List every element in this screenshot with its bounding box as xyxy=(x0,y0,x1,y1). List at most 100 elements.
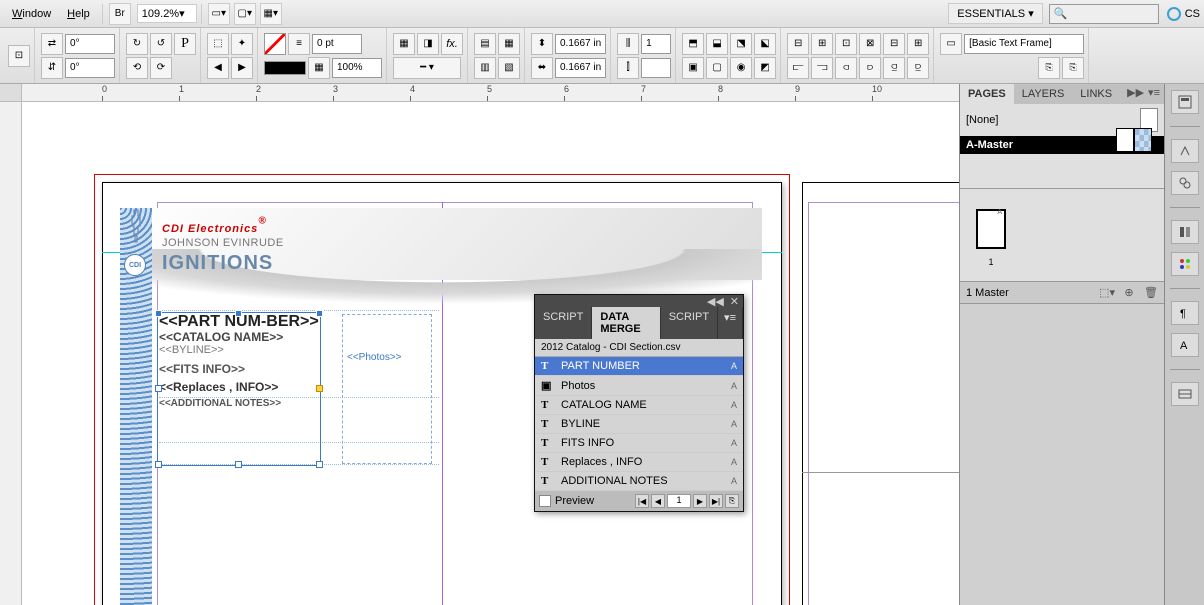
align2-3-button[interactable]: ⫏ xyxy=(835,57,857,79)
out-port-handle[interactable] xyxy=(316,385,323,392)
distribute-1-button[interactable]: ⊟ xyxy=(787,33,809,55)
rotate-ccw-button[interactable]: ↺ xyxy=(150,33,172,55)
text-wrap-bbox-button[interactable]: ▦ xyxy=(498,33,520,55)
arrange-documents-button[interactable]: ▦▾ xyxy=(260,3,282,25)
menu-help[interactable]: Help xyxy=(59,5,98,23)
nav-last-button[interactable]: ▶| xyxy=(709,494,723,508)
delete-page-button[interactable]: 🗑 xyxy=(1144,286,1158,300)
nav-prev-button[interactable]: ◀ xyxy=(651,494,665,508)
selection-handle[interactable] xyxy=(155,310,162,317)
fill-frame-button[interactable]: ◩ xyxy=(754,57,776,79)
selection-handle[interactable] xyxy=(235,461,242,468)
master-thumb-left[interactable] xyxy=(1116,128,1134,152)
photo-placeholder-label[interactable]: <<Photos>> xyxy=(347,352,402,363)
brand-subline-text[interactable]: JOHNSON EVINRUDE xyxy=(162,237,284,249)
distribute-3-button[interactable]: ⊡ xyxy=(835,33,857,55)
frame-height-field[interactable]: 0.1667 in xyxy=(555,58,606,78)
reference-point-button[interactable]: ⊡ xyxy=(8,45,30,67)
data-field-item[interactable]: TCATALOG NAMEA xyxy=(535,396,743,415)
quick-apply-button[interactable]: ⎘ xyxy=(1038,57,1060,79)
data-field-item[interactable]: TADDITIONAL NOTESA xyxy=(535,472,743,491)
data-field-item[interactable]: TPART NUMBERA xyxy=(535,357,743,376)
flip-vertical-button[interactable]: ⇵ xyxy=(41,57,63,79)
data-field-item[interactable]: ▣PhotosA xyxy=(535,376,743,396)
fx-button[interactable]: fx. xyxy=(441,33,463,55)
new-page-button[interactable]: ⊕ xyxy=(1122,286,1136,300)
panel-menu-icon[interactable]: ▾≡ xyxy=(1148,86,1160,99)
master-thumb-right[interactable] xyxy=(1134,128,1152,152)
text-wrap-shape-button[interactable]: ▥ xyxy=(474,57,496,79)
tab-data-merge[interactable]: DATA MERGE xyxy=(592,307,660,339)
selection-handle[interactable] xyxy=(155,461,162,468)
frame-width-field[interactable]: 0.1667 in xyxy=(555,34,606,54)
align-top-button[interactable]: ⬒ xyxy=(682,33,704,55)
data-field-item[interactable]: TFITS INFOA xyxy=(535,434,743,453)
select-next-button[interactable]: ▶ xyxy=(231,57,253,79)
ruler-origin[interactable] xyxy=(0,84,22,102)
edit-page-size-button[interactable]: ⬚▾ xyxy=(1100,286,1114,300)
nav-first-button[interactable]: |◀ xyxy=(635,494,649,508)
fit-frame-button[interactable]: ▣ xyxy=(682,57,704,79)
distribute-2-button[interactable]: ⊞ xyxy=(811,33,833,55)
page-thumbnail[interactable] xyxy=(976,209,1006,249)
panel-close-icon[interactable]: ✕ xyxy=(730,295,739,308)
stroke-swatch[interactable] xyxy=(264,61,306,75)
data-field-item[interactable]: TBYLINEA xyxy=(535,415,743,434)
stroke-weight-field[interactable]: 0 pt xyxy=(312,34,362,54)
distribute-5-button[interactable]: ⊟ xyxy=(883,33,905,55)
panel-header[interactable]: ◀◀ ✕ xyxy=(535,295,743,307)
panel-collapse-icon[interactable]: ◀◀ xyxy=(707,295,724,308)
vertical-ruler[interactable] xyxy=(0,102,22,605)
dock-panel-button[interactable] xyxy=(1171,252,1199,276)
nav-next-button[interactable]: ▶ xyxy=(693,494,707,508)
dock-panel-button[interactable]: A xyxy=(1171,333,1199,357)
shear-field[interactable]: 0° xyxy=(65,58,115,78)
panel-collapse-icon[interactable]: ▶▶ xyxy=(1127,86,1144,99)
align2-4-button[interactable]: ⫐ xyxy=(859,57,881,79)
selection-handle[interactable] xyxy=(235,310,242,317)
flip-horizontal-button[interactable]: ⇄ xyxy=(41,33,63,55)
distribute-6-button[interactable]: ⊞ xyxy=(907,33,929,55)
in-port-handle[interactable] xyxy=(155,385,162,392)
panel-menu-button[interactable]: ▾≡ xyxy=(718,307,743,339)
screen-mode-button[interactable]: ▢▾ xyxy=(234,3,256,25)
drop-shadow-button[interactable]: ◨ xyxy=(417,33,439,55)
section-title-text[interactable]: IGNITIONS xyxy=(162,252,273,275)
center-content-button[interactable]: ◉ xyxy=(730,57,752,79)
fit-content-button[interactable]: ▢ xyxy=(706,57,728,79)
rotation-field[interactable]: 0° xyxy=(65,34,115,54)
stroke-style-button[interactable]: ━ ▾ xyxy=(393,57,461,79)
select-container-button[interactable]: ⬚ xyxy=(207,33,229,55)
tab-links[interactable]: LINKS xyxy=(1072,84,1120,104)
align-justify-button[interactable]: ⬕ xyxy=(754,33,776,55)
tab-script-2[interactable]: SCRIPT xyxy=(661,307,718,339)
bridge-button[interactable]: Br xyxy=(109,3,131,25)
columns-field[interactable]: 1 xyxy=(641,34,671,54)
rotate-ccw-small-button[interactable]: ⟲ xyxy=(126,57,148,79)
view-options-button[interactable]: ▭▾ xyxy=(208,3,230,25)
dock-panel-button[interactable] xyxy=(1171,171,1199,195)
object-style-field[interactable]: [Basic Text Frame] xyxy=(964,34,1084,54)
cs-live-icon[interactable] xyxy=(1167,7,1181,21)
search-field[interactable]: 🔍 xyxy=(1049,4,1159,24)
brand-logo-text[interactable]: CDI Electronics® xyxy=(162,212,267,238)
gutter-field[interactable] xyxy=(641,58,671,78)
data-field-item[interactable]: TReplaces , INFOA xyxy=(535,453,743,472)
align-center-button[interactable]: ⬓ xyxy=(706,33,728,55)
text-wrap-none-button[interactable]: ▤ xyxy=(474,33,496,55)
dock-panel-button[interactable]: ¶ xyxy=(1171,301,1199,325)
horizontal-ruler[interactable]: 0 1 2 3 4 5 6 7 8 9 10 xyxy=(22,84,959,102)
dock-panel-button[interactable] xyxy=(1171,90,1199,114)
distribute-4-button[interactable]: ⊠ xyxy=(859,33,881,55)
tab-script[interactable]: SCRIPT xyxy=(535,307,592,339)
align2-1-button[interactable]: ⫍ xyxy=(787,57,809,79)
nav-page-field[interactable]: 1 xyxy=(667,494,691,508)
tab-pages[interactable]: PAGES xyxy=(960,84,1014,104)
document-canvas[interactable]: CDI CDI Electronics® JOHNSON EVINRUDE IG… xyxy=(22,102,959,605)
menu-window[interactable]: Window xyxy=(4,5,59,23)
align2-2-button[interactable]: ⫎ xyxy=(811,57,833,79)
create-merged-button[interactable]: ⎘ xyxy=(725,494,739,508)
selected-text-frame[interactable]: <<PART NUM-BER>> <<CATALOG NAME>> <<BYLI… xyxy=(159,314,319,464)
zoom-level-field[interactable]: 109.2% ▾ xyxy=(137,4,197,23)
text-wrap-jump-button[interactable]: ▧ xyxy=(498,57,520,79)
